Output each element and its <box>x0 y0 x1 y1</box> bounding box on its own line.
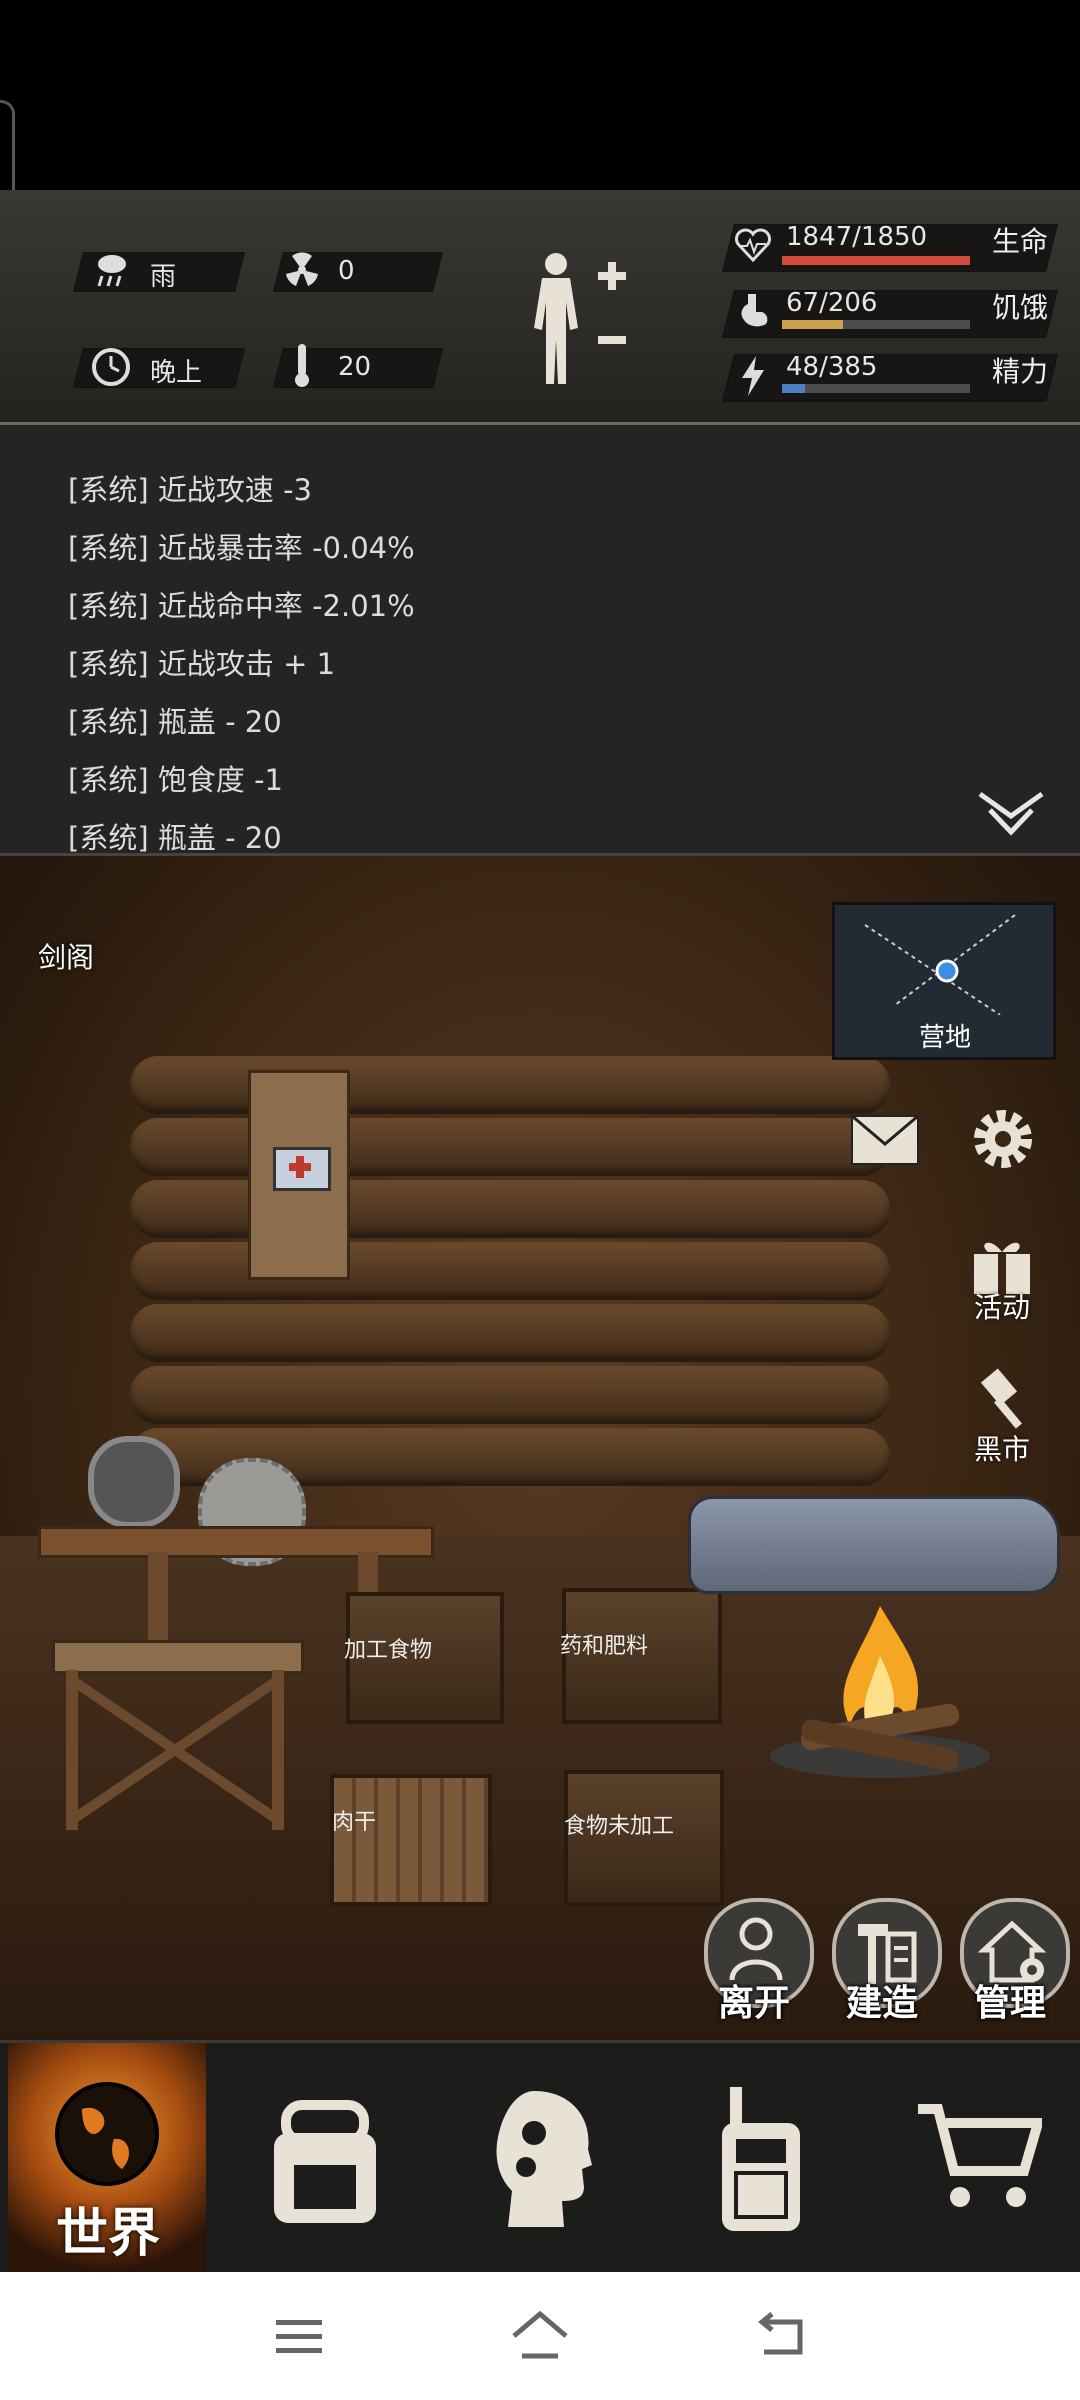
menu-icon[interactable] <box>272 2316 328 2358</box>
health-label: 生命 <box>992 225 1049 258</box>
home-icon[interactable] <box>508 2308 572 2364</box>
mail-icon[interactable] <box>850 1114 920 1166</box>
wall-log <box>130 1118 890 1176</box>
auction-hammer-icon[interactable] <box>970 1366 1034 1430</box>
top-black-area <box>0 0 1080 266</box>
globe-icon <box>55 2082 159 2186</box>
map-icon <box>864 914 1016 1015</box>
log-line: [系统] 饱食度 -1 <box>68 763 283 797</box>
camp-map-button[interactable]: 营地 <box>832 902 1056 1060</box>
log-line: [系统] 瓶盖 - 20 <box>68 821 282 855</box>
stomach-icon <box>741 294 768 327</box>
manage-label[interactable]: 管理 <box>974 1974 1046 2026</box>
bottom-nav: 世界 <box>0 2040 1080 2275</box>
backpack-icon[interactable] <box>266 2095 384 2227</box>
medicine-fertilizer-label: 药和肥料 <box>560 1634 649 1659</box>
first-aid-icon <box>273 1147 331 1191</box>
shopping-cart-icon[interactable] <box>914 2101 1042 2213</box>
jerky-crate[interactable] <box>330 1774 492 1906</box>
sleeping-bag[interactable] <box>688 1496 1060 1594</box>
health-bar-fill <box>782 256 970 265</box>
raw-food-label: 食物未加工 <box>564 1814 675 1839</box>
log-line: [系统] 近战命中率 -2.01% <box>68 589 415 623</box>
energy-bar <box>782 384 970 393</box>
wall-log <box>130 1366 890 1424</box>
hunger-value: 67/206 <box>786 288 878 318</box>
hunger-label: 饥饿 <box>992 291 1049 324</box>
build-label[interactable]: 建造 <box>846 1974 918 2026</box>
medicine-cabinet[interactable] <box>248 1070 350 1280</box>
system-nav-bar <box>0 2272 1080 2400</box>
rain-cloud-icon <box>97 255 126 287</box>
gear-icon[interactable] <box>968 1104 1038 1174</box>
back-icon[interactable] <box>752 2312 808 2362</box>
cabin-scene: 剑阁 营地 活动 黑市 加工食物 药和肥料 肉干 食物未加工 离开 建造 管理 <box>0 856 1080 2040</box>
location-name: 剑阁 <box>38 941 95 974</box>
map-label: 营地 <box>919 1023 972 1053</box>
energy-bar-fill <box>782 384 806 393</box>
clock-icon <box>92 348 130 386</box>
heart-icon <box>735 228 771 263</box>
log-line: [系统] 近战攻击 + 1 <box>68 647 336 681</box>
radiation-value: 0 <box>338 256 355 286</box>
campfire[interactable] <box>760 1586 1000 1786</box>
energy-value: 48/385 <box>786 352 878 382</box>
head-skills-icon[interactable] <box>494 2087 594 2231</box>
energy-label: 精力 <box>992 355 1049 388</box>
wall-log <box>130 1056 890 1114</box>
processed-food-label: 加工食物 <box>344 1638 433 1663</box>
leave-label[interactable]: 离开 <box>718 1974 790 2026</box>
tool-table[interactable] <box>52 1640 304 1830</box>
log-line: [系统] 近战暴击率 -0.04% <box>68 531 415 565</box>
log-line: [系统] 瓶盖 - 20 <box>68 705 282 739</box>
temperature-value: 20 <box>338 352 372 382</box>
body-status-icon[interactable] <box>520 250 630 390</box>
expand-log-icon[interactable] <box>976 790 1046 838</box>
health-bar <box>782 256 970 265</box>
health-value: 1847/1850 <box>786 222 928 252</box>
nav-world-label: 世界 <box>56 2204 161 2264</box>
black-market-label[interactable]: 黑市 <box>974 1428 1030 1468</box>
thermometer-icon <box>295 344 309 387</box>
radiation-icon <box>286 252 318 286</box>
wall-log <box>130 1242 890 1300</box>
activity-label[interactable]: 活动 <box>974 1286 1030 1326</box>
wall-log <box>130 1180 890 1238</box>
log-line: [系统] 近战攻速 -3 <box>68 473 312 507</box>
radio-walkie-talkie-icon[interactable] <box>716 2085 806 2235</box>
time-value: 晚上 <box>150 358 203 388</box>
hunger-bar-fill <box>782 320 844 329</box>
hunger-bar <box>782 320 970 329</box>
nav-world-tab[interactable]: 世界 <box>8 2043 206 2275</box>
jerky-label: 肉干 <box>332 1810 377 1835</box>
wall-log <box>130 1304 890 1362</box>
weather-value: 雨 <box>150 262 177 292</box>
lightning-icon <box>742 356 764 396</box>
status-panel: 雨 0 晚上 20 1847/1850 生命 67/206 饥饿 48/385 … <box>0 190 1080 425</box>
message-log[interactable]: [系统] 近战攻速 -3 [系统] 近战暴击率 -0.04% [系统] 近战命中… <box>0 425 1080 856</box>
